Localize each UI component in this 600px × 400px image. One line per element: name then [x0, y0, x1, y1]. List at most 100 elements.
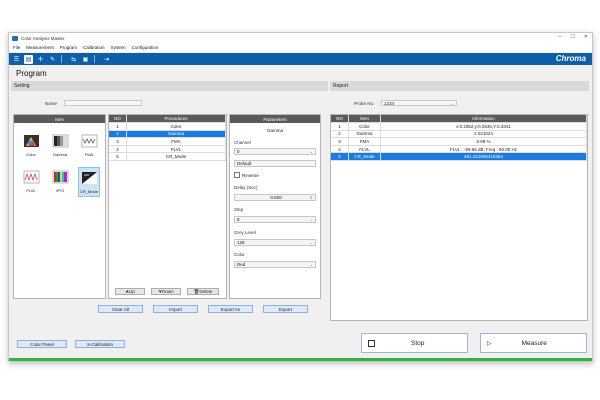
toolbar-separator	[94, 55, 95, 63]
table-cell: 2	[331, 130, 349, 138]
program-icon[interactable]: ☰	[12, 55, 21, 64]
fma-icon	[81, 134, 98, 148]
window-title: Color Analysis Master	[21, 35, 65, 41]
vpg-icon	[52, 170, 69, 184]
button-label: Delete	[199, 289, 213, 294]
page-title: Program	[16, 69, 47, 78]
delay-stepper[interactable]: 0.500 ⇕	[234, 194, 316, 201]
toolbar-separator	[61, 55, 62, 63]
chevron-down-icon: ⌄	[450, 101, 454, 106]
table-cell: CR_Mode	[127, 153, 226, 160]
color-select[interactable]: Red ⌄	[234, 261, 316, 268]
table-cell: 4	[331, 145, 349, 153]
export-button[interactable]: Export	[263, 305, 308, 313]
menu-calibration[interactable]: Calibration	[83, 45, 105, 50]
color-label: Color	[234, 252, 245, 257]
probe-select[interactable]: 1234 ⌄	[381, 100, 457, 106]
pen-icon[interactable]: ✎	[48, 55, 57, 64]
share-icon[interactable]: ⇆	[69, 55, 78, 64]
column-header: Information	[381, 115, 587, 122]
toolbar: ☰ ▤ ✢ ✎ ⇆ ▣ ⇥ Chroma	[9, 53, 592, 65]
table-cell: 3	[109, 138, 127, 145]
channel-label: Channel	[234, 140, 251, 145]
table-cell: 2	[109, 130, 127, 138]
table-cell: 2.021024	[381, 130, 587, 138]
table-cell: FMA	[127, 138, 226, 145]
plus-icon[interactable]: ✢	[36, 55, 45, 64]
table-row[interactable]: 2 Gamma 2.021024	[331, 130, 587, 139]
menu-file[interactable]: File	[13, 45, 20, 50]
maximize-icon[interactable]: ☐	[570, 34, 574, 40]
report-header-row: NO Item Information	[331, 115, 587, 123]
table-row[interactable]: 3 FMA 0.09 %	[331, 138, 587, 146]
table-cell: x:0.2352,y:0.2535,Y:5.3341	[381, 123, 587, 130]
measure-button[interactable]: ▷ Measure	[480, 333, 587, 353]
button-label: Stop	[411, 339, 425, 347]
default-field[interactable]: Default	[234, 160, 316, 167]
item-label: Color	[26, 152, 36, 157]
delete-button[interactable]: 🗑 Delete	[187, 288, 219, 295]
save-icon[interactable]: ▣	[81, 55, 90, 64]
table-cell: Gamma	[127, 130, 226, 138]
exit-icon[interactable]: ⇥	[102, 55, 111, 64]
select-value: 1234	[384, 101, 395, 106]
item-gamma[interactable]: Gamma	[49, 131, 71, 161]
clear-all-button[interactable]: Clear All	[98, 305, 143, 313]
reverse-checkbox[interactable]: Reverse	[234, 172, 259, 178]
select-value: 0	[237, 149, 240, 154]
table-cell: FLVL	[349, 145, 381, 153]
app-window: Color Analysis Master – ☐ ✕ File Measure…	[8, 32, 593, 362]
column-header: NO	[331, 115, 349, 122]
down-button[interactable]: ⮟ Down	[151, 288, 181, 295]
table-row[interactable]: 4 FLVL	[109, 145, 226, 154]
minimize-icon[interactable]: –	[559, 34, 562, 40]
stop-button[interactable]: Stop	[361, 333, 468, 353]
edit-icon[interactable]: ▤	[24, 54, 33, 64]
import-button[interactable]: Import	[153, 305, 198, 313]
item-cr-mode[interactable]: CR_Mode	[78, 167, 100, 197]
spin-icon[interactable]: ⇕	[310, 195, 313, 200]
table-cell: 5	[109, 153, 127, 160]
table-cell: Color	[349, 123, 381, 130]
button-label: Measure	[521, 339, 547, 347]
report-title: Report	[333, 83, 349, 89]
color-panel-button[interactable]: Color Panel	[17, 340, 67, 348]
table-row[interactable]: 5 CR_Mode 591.421505415364	[331, 153, 587, 161]
table-cell: FLVL	[127, 145, 226, 153]
table-cell: FMA	[349, 138, 381, 145]
status-bar	[9, 358, 592, 361]
report-table: NO Item Information 1 Color x:0.2352,y:0…	[330, 114, 588, 321]
chevron-down-icon: ⌄	[309, 262, 313, 267]
item-flvl[interactable]: FLVL	[20, 167, 42, 197]
table-row[interactable]: 5 CR_Mode	[109, 153, 226, 161]
table-row[interactable]: 4 FLVL FLVL : -59.65 dB, Freq : 60.00 Hz	[331, 145, 587, 154]
up-button[interactable]: ⮝ Up	[115, 288, 145, 295]
step-label: Step	[234, 207, 244, 212]
table-row[interactable]: 2 Gamma	[109, 130, 226, 139]
table-row[interactable]: 1 Color	[109, 123, 226, 131]
export-as-button[interactable]: Export As	[208, 305, 253, 313]
table-cell: FLVL : -59.65 dB, Freq : 60.00 Hz	[381, 145, 587, 153]
grey-level-select[interactable]: 128 ⌄	[234, 239, 316, 246]
step-select[interactable]: 8 ⌄	[234, 216, 316, 223]
channel-select[interactable]: 0 ⌄	[234, 148, 316, 155]
table-row[interactable]: 1 Color x:0.2352,y:0.2535,Y:5.3341	[331, 123, 587, 131]
item-color[interactable]: Color	[20, 131, 42, 161]
menu-system[interactable]: System	[111, 45, 126, 50]
grey-level-label: Grey Level	[234, 230, 256, 235]
table-row[interactable]: 3 FMA	[109, 138, 226, 146]
chevron-down-icon: ⌄	[309, 240, 313, 245]
item-vpg[interactable]: VPG	[49, 167, 71, 197]
menu-configuration[interactable]: Configuration	[132, 45, 159, 50]
setting-section-header: Setting	[11, 81, 328, 91]
item-fma[interactable]: FMA	[78, 131, 100, 161]
item-label: FMA	[84, 152, 94, 157]
menu-measurement[interactable]: Measurement	[26, 45, 54, 50]
name-input[interactable]	[64, 100, 142, 106]
item-label: VPG	[55, 188, 65, 193]
close-icon[interactable]: ✕	[584, 34, 588, 40]
stepper-value: 0.500	[270, 195, 282, 200]
s-calibration-button[interactable]: S-Calibration	[75, 340, 125, 348]
menu-program[interactable]: Program	[60, 45, 77, 50]
table-cell: 5	[331, 153, 349, 160]
